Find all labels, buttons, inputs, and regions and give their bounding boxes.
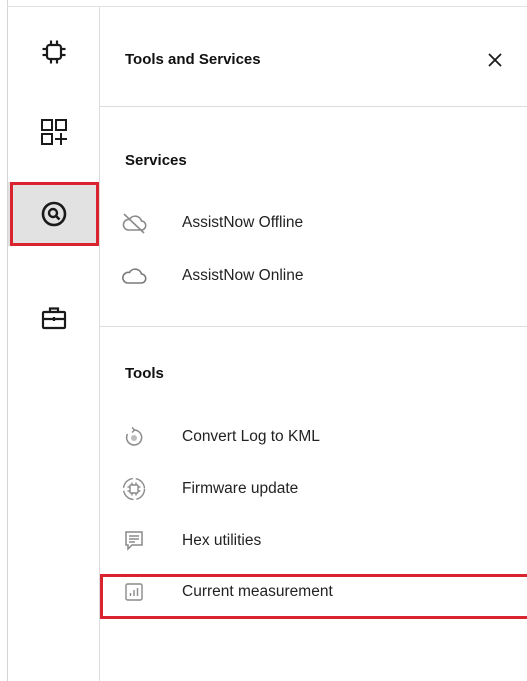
extensions-icon	[40, 119, 67, 145]
cloud-icon	[121, 263, 147, 289]
tool-item-label: Firmware update	[182, 480, 299, 497]
tool-item-convert-log[interactable]: Convert Log to KML	[100, 417, 527, 457]
rail-chip-button[interactable]	[8, 20, 99, 84]
activity-rail	[8, 7, 99, 681]
tool-item-label: Convert Log to KML	[182, 428, 320, 445]
service-item-assistnow-online[interactable]: AssistNow Online	[100, 256, 527, 296]
tool-item-label: Current measurement	[182, 583, 333, 600]
tool-item-label: Hex utilities	[182, 532, 262, 549]
tools-services-panel: Tools and Services Services AssistNow Of…	[100, 7, 527, 681]
rail-tools-services-button[interactable]	[8, 182, 99, 246]
rail-toolbox-button[interactable]	[8, 286, 99, 350]
services-heading: Services	[125, 152, 187, 169]
tool-item-current-measurement[interactable]: Current measurement	[100, 572, 527, 619]
tools-heading: Tools	[125, 365, 164, 382]
service-item-assistnow-offline[interactable]: AssistNow Offline	[100, 203, 527, 243]
panel-title: Tools and Services	[125, 51, 261, 68]
service-item-label: AssistNow Offline	[182, 214, 304, 231]
toolbox-icon	[41, 307, 66, 330]
section-divider	[100, 326, 527, 327]
close-button[interactable]	[484, 49, 506, 71]
app-window: Tools and Services Services AssistNow Of…	[0, 0, 527, 681]
rail-extensions-button[interactable]	[8, 100, 99, 164]
panel-header: Tools and Services	[100, 7, 527, 107]
service-item-label: AssistNow Online	[182, 267, 304, 284]
tool-item-firmware-update[interactable]: Firmware update	[100, 469, 527, 509]
hex-icon	[121, 528, 147, 554]
chart-icon	[121, 579, 147, 605]
tool-item-hex-utilities[interactable]: Hex utilities	[100, 521, 527, 561]
cloud-off-icon	[121, 210, 147, 236]
convert-icon	[121, 424, 147, 450]
close-icon	[488, 53, 502, 67]
tools-services-icon	[41, 201, 66, 227]
chip-icon	[42, 40, 65, 64]
firmware-icon	[121, 476, 147, 502]
